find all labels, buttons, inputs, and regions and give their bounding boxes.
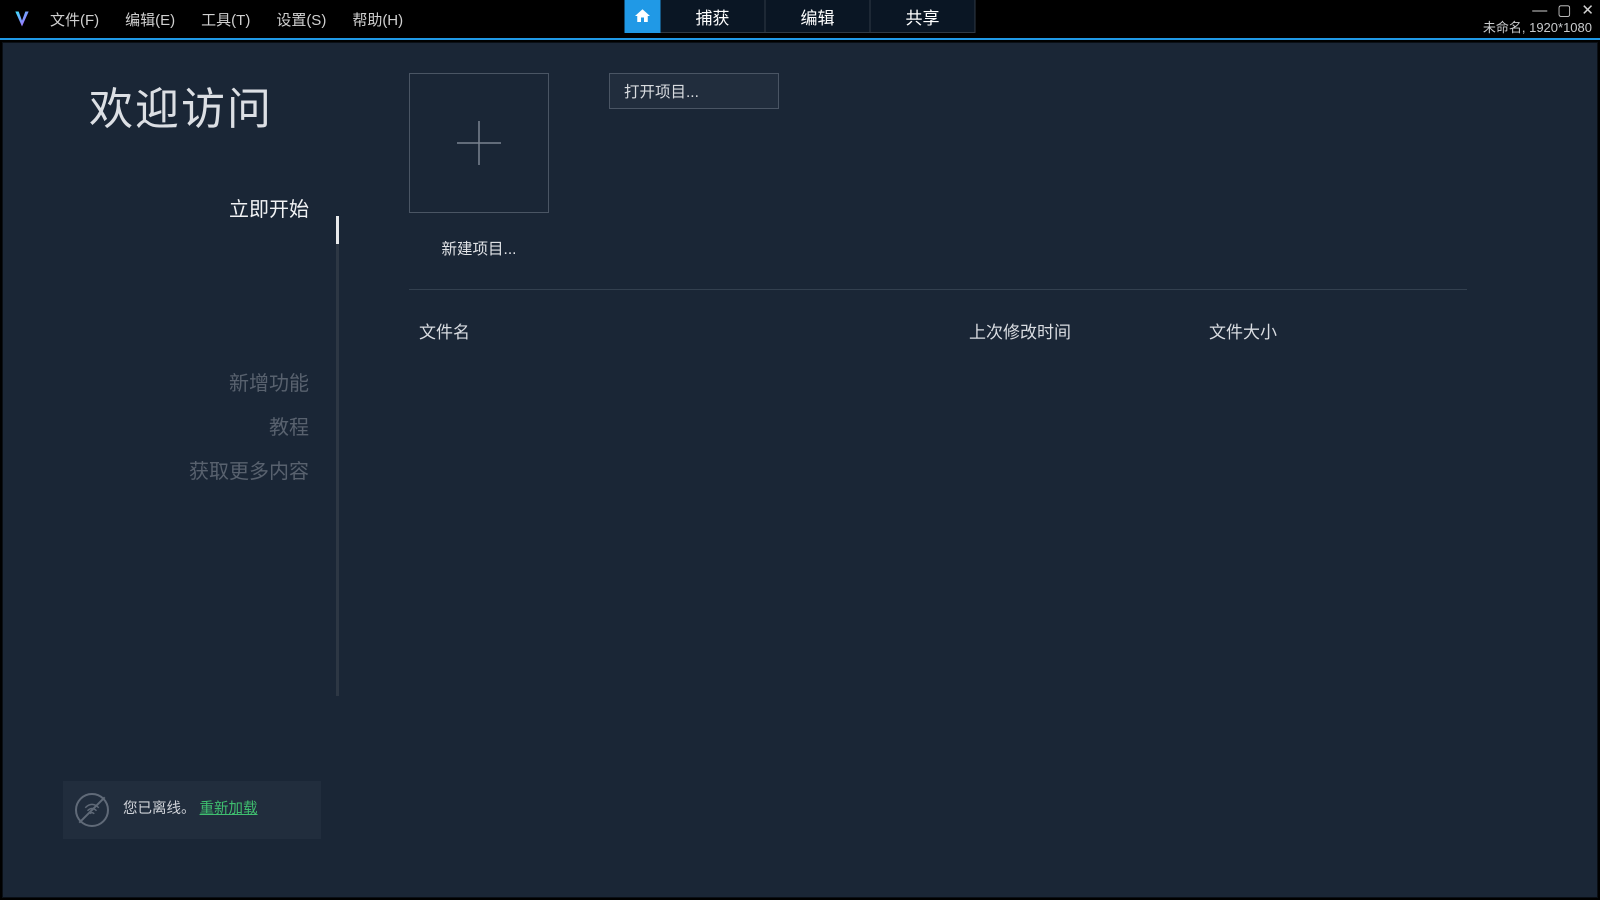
minimize-icon[interactable]: — [1532, 3, 1547, 18]
sidebar-list: 立即开始 新增功能 教程 获取更多内容 [3, 185, 339, 781]
new-project-box [409, 73, 549, 213]
sidebar-item-start[interactable]: 立即开始 [3, 185, 339, 229]
sidebar-item-tutorials[interactable]: 教程 [3, 403, 339, 447]
maximize-icon[interactable]: ▢ [1557, 3, 1571, 18]
offline-text: 您已离线。 [123, 801, 196, 817]
sidebar-item-whats-new[interactable]: 新增功能 [3, 359, 339, 403]
menu-settings[interactable]: 设置(S) [272, 7, 330, 32]
tab-capture[interactable]: 捕获 [661, 0, 766, 33]
reload-link[interactable]: 重新加载 [200, 801, 258, 817]
divider [409, 289, 1467, 290]
recent-list-header: 文件名 上次修改时间 文件大小 [409, 318, 1467, 343]
sidebar-scroll-indicator [336, 216, 339, 696]
open-project-button[interactable]: 打开项目... [609, 73, 779, 109]
sidebar-indicator-thumb [336, 216, 339, 244]
col-filename: 文件名 [409, 318, 969, 343]
tab-edit[interactable]: 编辑 [766, 0, 871, 33]
menu-bar: 文件(F) 编辑(E) 工具(T) 设置(S) 帮助(H) [46, 7, 407, 32]
menu-tools[interactable]: 工具(T) [197, 7, 254, 32]
menu-file[interactable]: 文件(F) [46, 7, 103, 32]
sidebar-item-get-more[interactable]: 获取更多内容 [3, 447, 339, 491]
title-bar: 文件(F) 编辑(E) 工具(T) 设置(S) 帮助(H) 捕获 编辑 共享 —… [0, 0, 1600, 40]
main-panel: 新建项目... 打开项目... 文件名 上次修改时间 文件大小 [339, 43, 1597, 897]
col-last-modified: 上次修改时间 [969, 318, 1209, 343]
menu-edit[interactable]: 编辑(E) [121, 7, 179, 32]
close-icon[interactable]: ✕ [1581, 3, 1594, 18]
app-body: 欢迎访问 立即开始 新增功能 教程 获取更多内容 您已离线。 重新加载 新建项目… [2, 42, 1598, 898]
page-title: 欢迎访问 [3, 73, 339, 137]
tab-share[interactable]: 共享 [871, 0, 976, 33]
sidebar: 欢迎访问 立即开始 新增功能 教程 获取更多内容 您已离线。 重新加载 [3, 43, 339, 897]
offline-message: 您已离线。 重新加载 [123, 799, 258, 821]
tab-home[interactable] [625, 0, 661, 33]
mode-tabs: 捕获 编辑 共享 [625, 0, 976, 38]
offline-icon [75, 793, 109, 827]
offline-card: 您已离线。 重新加载 [63, 781, 321, 839]
menu-help[interactable]: 帮助(H) [348, 7, 407, 32]
col-filesize: 文件大小 [1209, 318, 1467, 343]
app-logo-icon [10, 7, 34, 31]
new-project-label: 新建项目... [442, 237, 517, 259]
new-project-tile[interactable]: 新建项目... [409, 73, 549, 259]
document-status: 未命名, 1920*1080 [1483, 17, 1592, 36]
